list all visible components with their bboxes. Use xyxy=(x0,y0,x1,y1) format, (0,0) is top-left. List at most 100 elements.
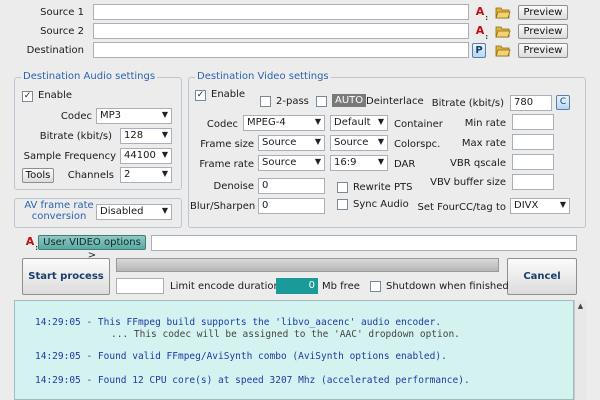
log-scrollbar[interactable]: ▲ xyxy=(574,300,586,400)
chevron-down-icon: ▼ xyxy=(314,137,321,146)
colorspace-label: Colorspc. xyxy=(394,139,441,150)
chevron-down-icon: ▼ xyxy=(377,137,384,146)
log-line: ... This codec will be assigned to the '… xyxy=(111,329,460,340)
c-button[interactable]: C xyxy=(556,95,570,110)
chevron-down-icon: ▼ xyxy=(161,130,168,139)
video-enable-checkbox[interactable]: ✓ xyxy=(195,90,206,101)
audio-enable-label: Enable xyxy=(38,90,73,101)
rewrite-pts-label: Rewrite PTS xyxy=(353,182,413,193)
vbv-buffer-label: VBV buffer size xyxy=(430,177,506,188)
max-rate-label: Max rate xyxy=(461,138,506,149)
video-enable-label: Enable xyxy=(211,89,246,100)
mb-free-label: Mb free xyxy=(322,281,360,292)
folder-open-icon[interactable] xyxy=(495,5,511,19)
max-rate-input[interactable] xyxy=(512,134,554,150)
source2-preview-button[interactable]: Preview xyxy=(518,24,568,39)
user-video-options-button[interactable]: User VIDEO options > xyxy=(38,235,146,261)
rewrite-pts-checkbox[interactable] xyxy=(337,182,348,193)
chevron-down-icon: ▼ xyxy=(377,117,384,126)
deinterlace-label: Deinterlace xyxy=(366,96,424,107)
blur-sharpen-label: Blur/Sharpen xyxy=(190,201,256,212)
shutdown-label: Shutdown when finished xyxy=(386,281,509,292)
audio-bitrate-label: Bitrate (kbit/s) xyxy=(39,131,112,142)
audio-bitrate-select[interactable]: 128 ▼ xyxy=(120,128,172,144)
audio-enable-checkbox[interactable]: ✓ xyxy=(22,91,33,102)
cancel-button[interactable]: Cancel xyxy=(507,258,577,295)
twopass-checkbox[interactable] xyxy=(260,96,271,107)
sync-audio-label: Sync Audio xyxy=(353,199,409,210)
destination-label: Destination xyxy=(26,45,84,56)
log-line: 14:29:05 - This FFmpeg build supports th… xyxy=(35,317,442,328)
limit-duration-input[interactable] xyxy=(116,278,164,294)
progress-bar xyxy=(116,258,499,272)
container-label: Container xyxy=(394,119,443,130)
chevron-down-icon: ▼ xyxy=(161,206,168,215)
chevron-down-icon: ▼ xyxy=(161,110,168,119)
avisynth-icon[interactable]: A: xyxy=(473,5,488,22)
sample-frequency-select[interactable]: 44100 ▼ xyxy=(120,148,172,164)
avisynth-icon[interactable]: A: xyxy=(23,235,38,252)
video-bitrate-input[interactable]: 780 xyxy=(510,95,552,111)
destination-preview-button[interactable]: Preview xyxy=(518,43,568,58)
source1-input[interactable] xyxy=(93,4,469,20)
min-rate-label: Min rate xyxy=(464,118,506,129)
twopass-label: 2-pass xyxy=(276,96,309,107)
chevron-down-icon: ▼ xyxy=(559,200,566,209)
vbr-qscale-label: VBR qscale xyxy=(450,158,506,169)
av-frame-rate-title: AV frame rate conversion xyxy=(24,200,94,222)
frame-rate-select[interactable]: Source ▼ xyxy=(258,155,325,171)
frame-rate-label: Frame rate xyxy=(199,159,254,170)
shutdown-checkbox[interactable] xyxy=(370,281,381,292)
p-button[interactable]: P xyxy=(472,43,486,58)
limit-duration-label: Limit encode duration xyxy=(170,281,280,292)
source1-preview-button[interactable]: Preview xyxy=(518,5,568,20)
folder-open-icon[interactable] xyxy=(495,43,511,57)
chevron-down-icon: ▼ xyxy=(161,150,168,159)
source1-label: Source 1 xyxy=(40,7,84,18)
chevron-down-icon: ▼ xyxy=(377,157,384,166)
denoise-input[interactable]: 0 xyxy=(258,178,325,194)
colorspace-select[interactable]: Source ▼ xyxy=(330,135,388,151)
mb-free-value: 0 xyxy=(276,278,318,294)
user-video-options-input[interactable] xyxy=(151,235,577,251)
container-select[interactable]: Default ▼ xyxy=(330,115,388,131)
folder-open-icon[interactable] xyxy=(495,24,511,38)
audio-group-title: Destination Audio settings xyxy=(21,71,158,82)
scroll-up-icon[interactable]: ▲ xyxy=(576,302,585,311)
chevron-down-icon: ▼ xyxy=(161,169,168,178)
dar-label: DAR xyxy=(394,159,416,170)
channels-select[interactable]: 2 ▼ xyxy=(120,167,172,183)
frame-size-select[interactable]: Source ▼ xyxy=(258,135,325,151)
source2-input[interactable] xyxy=(93,23,469,39)
destination-input[interactable] xyxy=(93,42,469,58)
chevron-down-icon: ▼ xyxy=(314,157,321,166)
audio-codec-label: Codec xyxy=(60,111,92,122)
chevron-down-icon: ▼ xyxy=(314,117,321,126)
denoise-label: Denoise xyxy=(213,181,254,192)
sync-audio-checkbox[interactable] xyxy=(337,199,348,210)
video-bitrate-label: Bitrate (kbit/s) xyxy=(431,98,504,109)
av-frame-rate-select[interactable]: Disabled ▼ xyxy=(96,204,172,220)
start-process-button[interactable]: Start process xyxy=(22,258,110,295)
log-line: 14:29:05 - Found 12 CPU core(s) at speed… xyxy=(35,375,470,386)
source2-label: Source 2 xyxy=(40,26,84,37)
auto-deinterlace-checkbox[interactable] xyxy=(316,96,327,107)
frame-size-label: Frame size xyxy=(200,139,254,150)
dar-select[interactable]: 16:9 ▼ xyxy=(330,155,388,171)
audio-tools-button[interactable]: Tools xyxy=(22,168,54,183)
avisynth-icon[interactable]: A: xyxy=(473,24,488,41)
blur-sharpen-input[interactable]: 0 xyxy=(258,198,325,214)
audio-codec-select[interactable]: MP3 ▼ xyxy=(96,108,172,124)
channels-label: Channels xyxy=(67,170,114,181)
fourcc-label: Set FourCC/tag to xyxy=(417,202,506,213)
video-codec-select[interactable]: MPEG-4 ▼ xyxy=(243,115,325,131)
auto-badge: AUTO xyxy=(332,94,367,107)
log-line: 14:29:05 - Found valid FFmpeg/AviSynth c… xyxy=(35,351,447,362)
sample-frequency-label: Sample Frequency xyxy=(23,151,116,162)
video-group-title: Destination Video settings xyxy=(195,71,331,82)
log-panel: 14:29:05 - This FFmpeg build supports th… xyxy=(14,300,574,400)
vbr-qscale-input[interactable] xyxy=(512,154,554,170)
vbv-buffer-input[interactable] xyxy=(512,174,554,190)
min-rate-input[interactable] xyxy=(512,114,554,130)
fourcc-select[interactable]: DIVX ▼ xyxy=(510,198,570,214)
